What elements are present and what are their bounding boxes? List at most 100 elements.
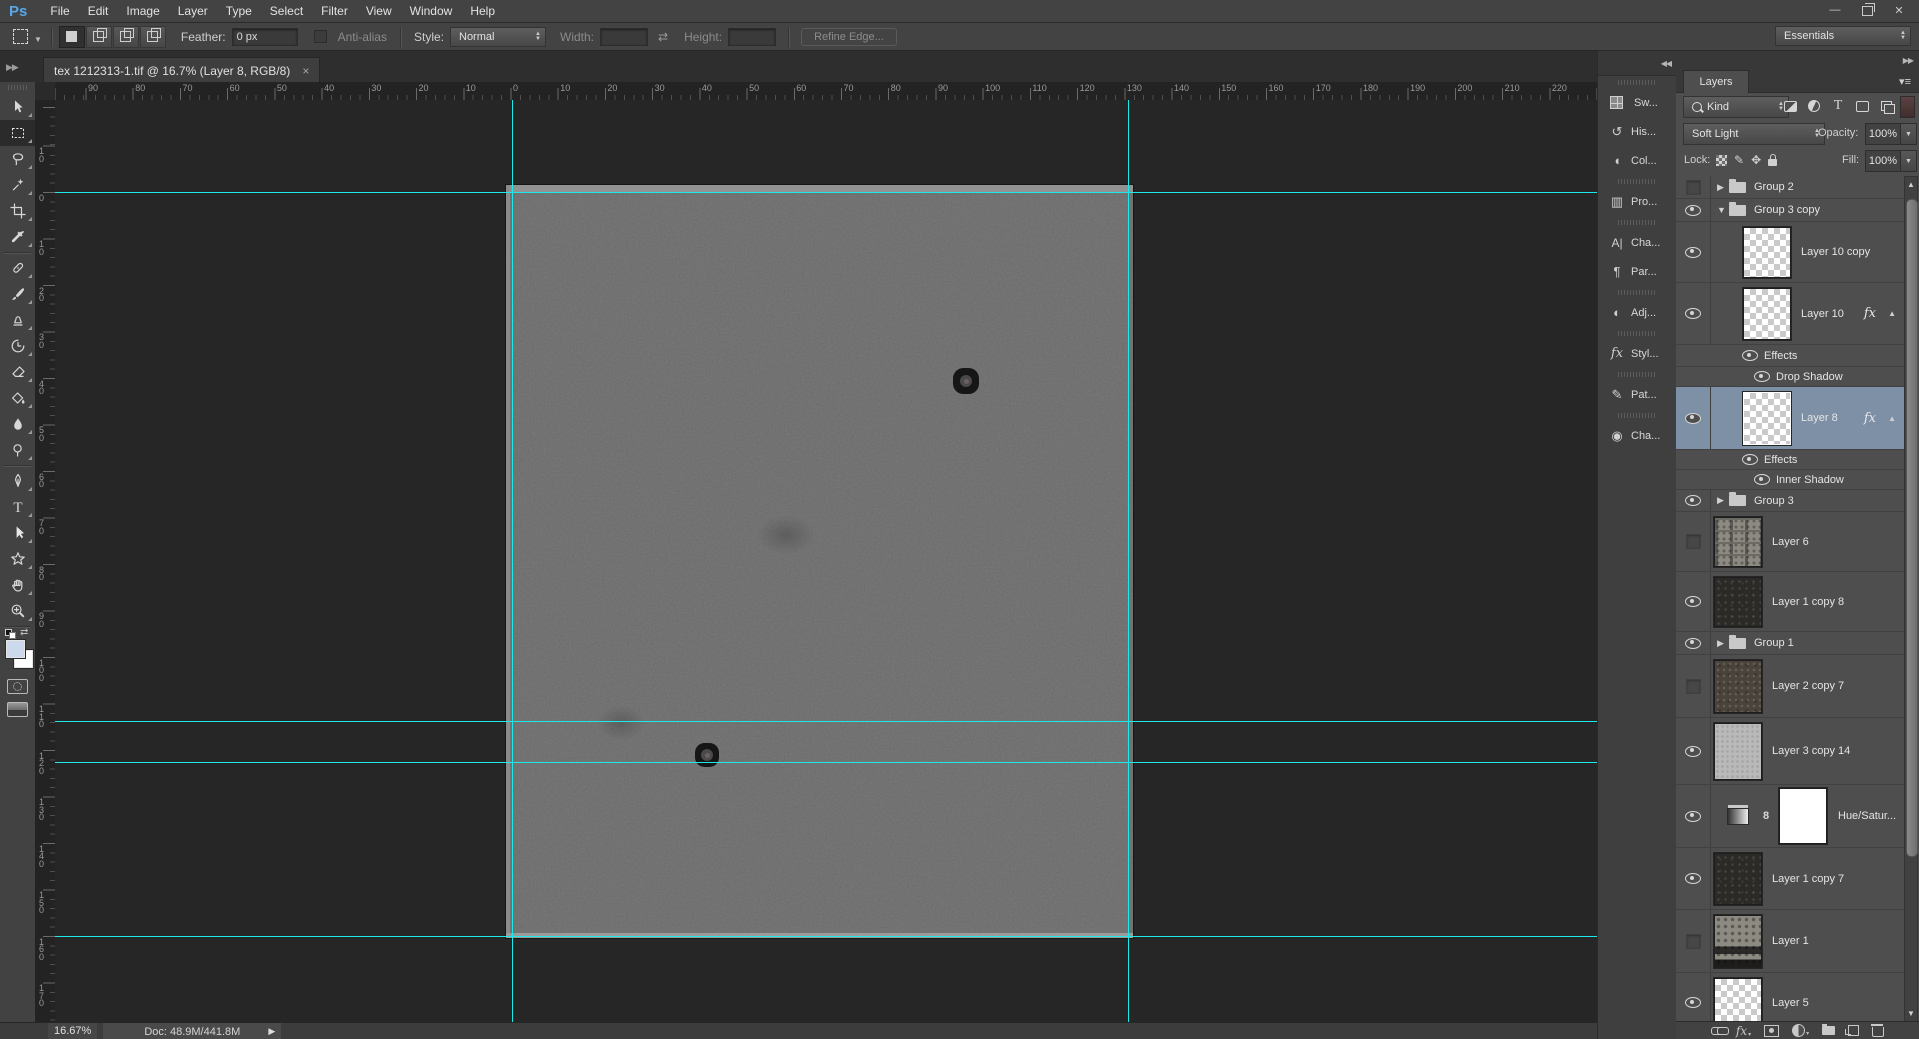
visibility-toggle[interactable]: [1676, 345, 1758, 366]
horizontal-guide[interactable]: [55, 192, 1597, 193]
magic-wand-tool[interactable]: [0, 172, 35, 198]
layer-thumbnail[interactable]: [1742, 225, 1792, 279]
scroll-down-icon[interactable]: ▼: [1905, 1009, 1917, 1018]
layer-row-effects[interactable]: Effects: [1676, 345, 1904, 367]
layer-row-drop-shadow[interactable]: Drop Shadow: [1676, 367, 1904, 387]
vertical-guide[interactable]: [1128, 100, 1129, 1022]
lock-transparency-icon[interactable]: [1716, 154, 1727, 166]
height-input[interactable]: [728, 27, 777, 46]
group-row-group-1[interactable]: ▶ Group 1: [1676, 632, 1904, 655]
adjustment-layer-icon[interactable]: ▾: [1792, 1024, 1809, 1037]
screen-mode-button[interactable]: [7, 702, 28, 717]
history-brush-tool[interactable]: [0, 333, 35, 359]
visibility-toggle[interactable]: [1676, 785, 1711, 847]
zoom-tool[interactable]: [0, 598, 35, 624]
new-layer-icon[interactable]: [1845, 1025, 1860, 1036]
menu-window[interactable]: Window: [401, 0, 462, 22]
quick-mask-button[interactable]: [7, 679, 28, 694]
layer-row-layer-1-copy-8[interactable]: Layer 1 copy 8: [1676, 572, 1904, 632]
layer-mask-thumbnail[interactable]: [1778, 787, 1828, 845]
type-layer-filter-icon[interactable]: T: [1828, 96, 1848, 116]
layer-thumbnail[interactable]: [1713, 976, 1763, 1022]
dock-grip[interactable]: [1618, 372, 1657, 377]
layer-row-layer-2-copy-7[interactable]: Layer 2 copy 7: [1676, 655, 1904, 718]
healing-brush-tool[interactable]: [0, 255, 35, 281]
feather-input[interactable]: 0 px: [231, 27, 298, 46]
intersect-selection-button[interactable]: [139, 25, 166, 48]
pen-tool[interactable]: [0, 468, 35, 494]
visibility-toggle[interactable]: [1676, 718, 1711, 784]
zoom-level-field[interactable]: 16.67%: [48, 1023, 98, 1039]
visibility-toggle[interactable]: [1676, 222, 1711, 282]
add-to-selection-button[interactable]: [85, 25, 112, 48]
layer-row-hue-satur-[interactable]: 8 Hue/Satur...: [1676, 785, 1904, 848]
layer-name[interactable]: Layer 10: [1801, 308, 1844, 320]
paint-bucket-tool[interactable]: [0, 385, 35, 411]
visibility-toggle[interactable]: [1676, 283, 1711, 344]
horizontal-guide[interactable]: [55, 936, 1597, 937]
layers-tab[interactable]: Layers: [1683, 70, 1749, 93]
group-row-group-2[interactable]: ▶ Group 2: [1676, 176, 1904, 199]
visibility-toggle[interactable]: [1676, 176, 1711, 198]
dock-grip[interactable]: [1618, 220, 1657, 225]
adjustment-layer-filter-icon[interactable]: [1804, 96, 1824, 116]
layer-row-layer-1[interactable]: Layer 1: [1676, 910, 1904, 973]
menu-type[interactable]: Type: [217, 0, 261, 22]
restore-button[interactable]: [1851, 0, 1883, 20]
layer-name[interactable]: Layer 10 copy: [1801, 246, 1870, 258]
shape-layer-filter-icon[interactable]: [1852, 96, 1872, 116]
swap-colors-icon[interactable]: ⇄: [20, 627, 28, 638]
dock-grip[interactable]: [1618, 331, 1657, 336]
layer-name[interactable]: Hue/Satur...: [1838, 810, 1896, 822]
layer-row-layer-8[interactable]: Layer 8 fx ▲: [1676, 387, 1904, 450]
visibility-toggle[interactable]: [1676, 470, 1770, 489]
menu-select[interactable]: Select: [261, 0, 312, 22]
layer-thumbnail[interactable]: [1713, 575, 1763, 628]
new-selection-button[interactable]: [58, 25, 85, 48]
dock-grip[interactable]: [1618, 413, 1657, 418]
fx-badge[interactable]: fx: [1864, 411, 1876, 426]
layer-name[interactable]: Layer 1: [1772, 935, 1809, 947]
new-group-icon[interactable]: [1822, 1024, 1836, 1035]
mask-link-icon[interactable]: 8: [1763, 810, 1771, 822]
workspace-switcher[interactable]: Essentials ▲ ▼: [1775, 26, 1911, 46]
visibility-toggle[interactable]: [1676, 655, 1711, 717]
opacity-field[interactable]: 100% ▼: [1865, 123, 1917, 145]
layer-name[interactable]: Layer 1 copy 8: [1772, 596, 1844, 608]
document-tab[interactable]: tex 1212313-1.tif @ 16.7% (Layer 8, RGB/…: [43, 57, 321, 83]
visibility-toggle[interactable]: [1676, 490, 1711, 511]
filter-kind-dropdown[interactable]: Kind ▲ ▼: [1683, 96, 1789, 118]
scroll-up-icon[interactable]: ▲: [1905, 180, 1917, 189]
document-canvas[interactable]: [506, 185, 1133, 938]
delete-layer-icon[interactable]: [1871, 1024, 1885, 1037]
vertical-ruler[interactable]: 1 0 0 1 0 2 0 3 0 4 0 5 0 6 0 7 0 8 0 9 0 1 0 0 1 1 …: [35, 100, 56, 1022]
swap-dimensions-icon[interactable]: ⇄: [658, 30, 668, 44]
horizontal-guide[interactable]: [55, 721, 1597, 722]
dock-grip[interactable]: [1618, 179, 1657, 184]
dock-item-adj[interactable]: ◐ Adj...: [1598, 298, 1677, 327]
horizontal-ruler[interactable]: 90 80 70 60 50 40 30 20 10 0 10 20 30 40 50 60 70 80 90 100…: [55, 82, 1597, 101]
layer-filtering-toggle[interactable]: [1900, 96, 1915, 118]
layer-mask-icon[interactable]: [1764, 1024, 1780, 1037]
eyedropper-tool[interactable]: [0, 224, 35, 250]
collapse-effects-icon[interactable]: ▲: [1888, 414, 1896, 423]
menu-help[interactable]: Help: [461, 0, 504, 22]
ruler-origin-corner[interactable]: [35, 82, 56, 101]
foreground-color-swatch[interactable]: [5, 639, 26, 659]
layer-name[interactable]: Layer 5: [1772, 997, 1809, 1009]
group-row-group-3-copy[interactable]: ▼ Group 3 copy: [1676, 199, 1904, 222]
dock-item-his[interactable]: ↺ His...: [1598, 117, 1677, 146]
dock-grip[interactable]: [1618, 290, 1657, 295]
group-row-group-3[interactable]: ▶ Group 3: [1676, 490, 1904, 512]
visibility-toggle[interactable]: [1676, 199, 1711, 221]
type-tool[interactable]: T: [0, 494, 35, 520]
layer-thumbnail[interactable]: [1713, 721, 1763, 781]
crop-tool[interactable]: [0, 198, 35, 224]
tool-preset-picker[interactable]: [8, 27, 32, 47]
scrollbar-thumb[interactable]: [1906, 199, 1918, 857]
layer-row-layer-10[interactable]: Layer 10 fx ▲: [1676, 283, 1904, 345]
default-colors-icon[interactable]: [5, 629, 16, 639]
vertical-guide[interactable]: [512, 100, 513, 1022]
dock-item-pat[interactable]: ✎ Pat...: [1598, 380, 1677, 409]
layer-thumbnail[interactable]: [1742, 390, 1792, 446]
